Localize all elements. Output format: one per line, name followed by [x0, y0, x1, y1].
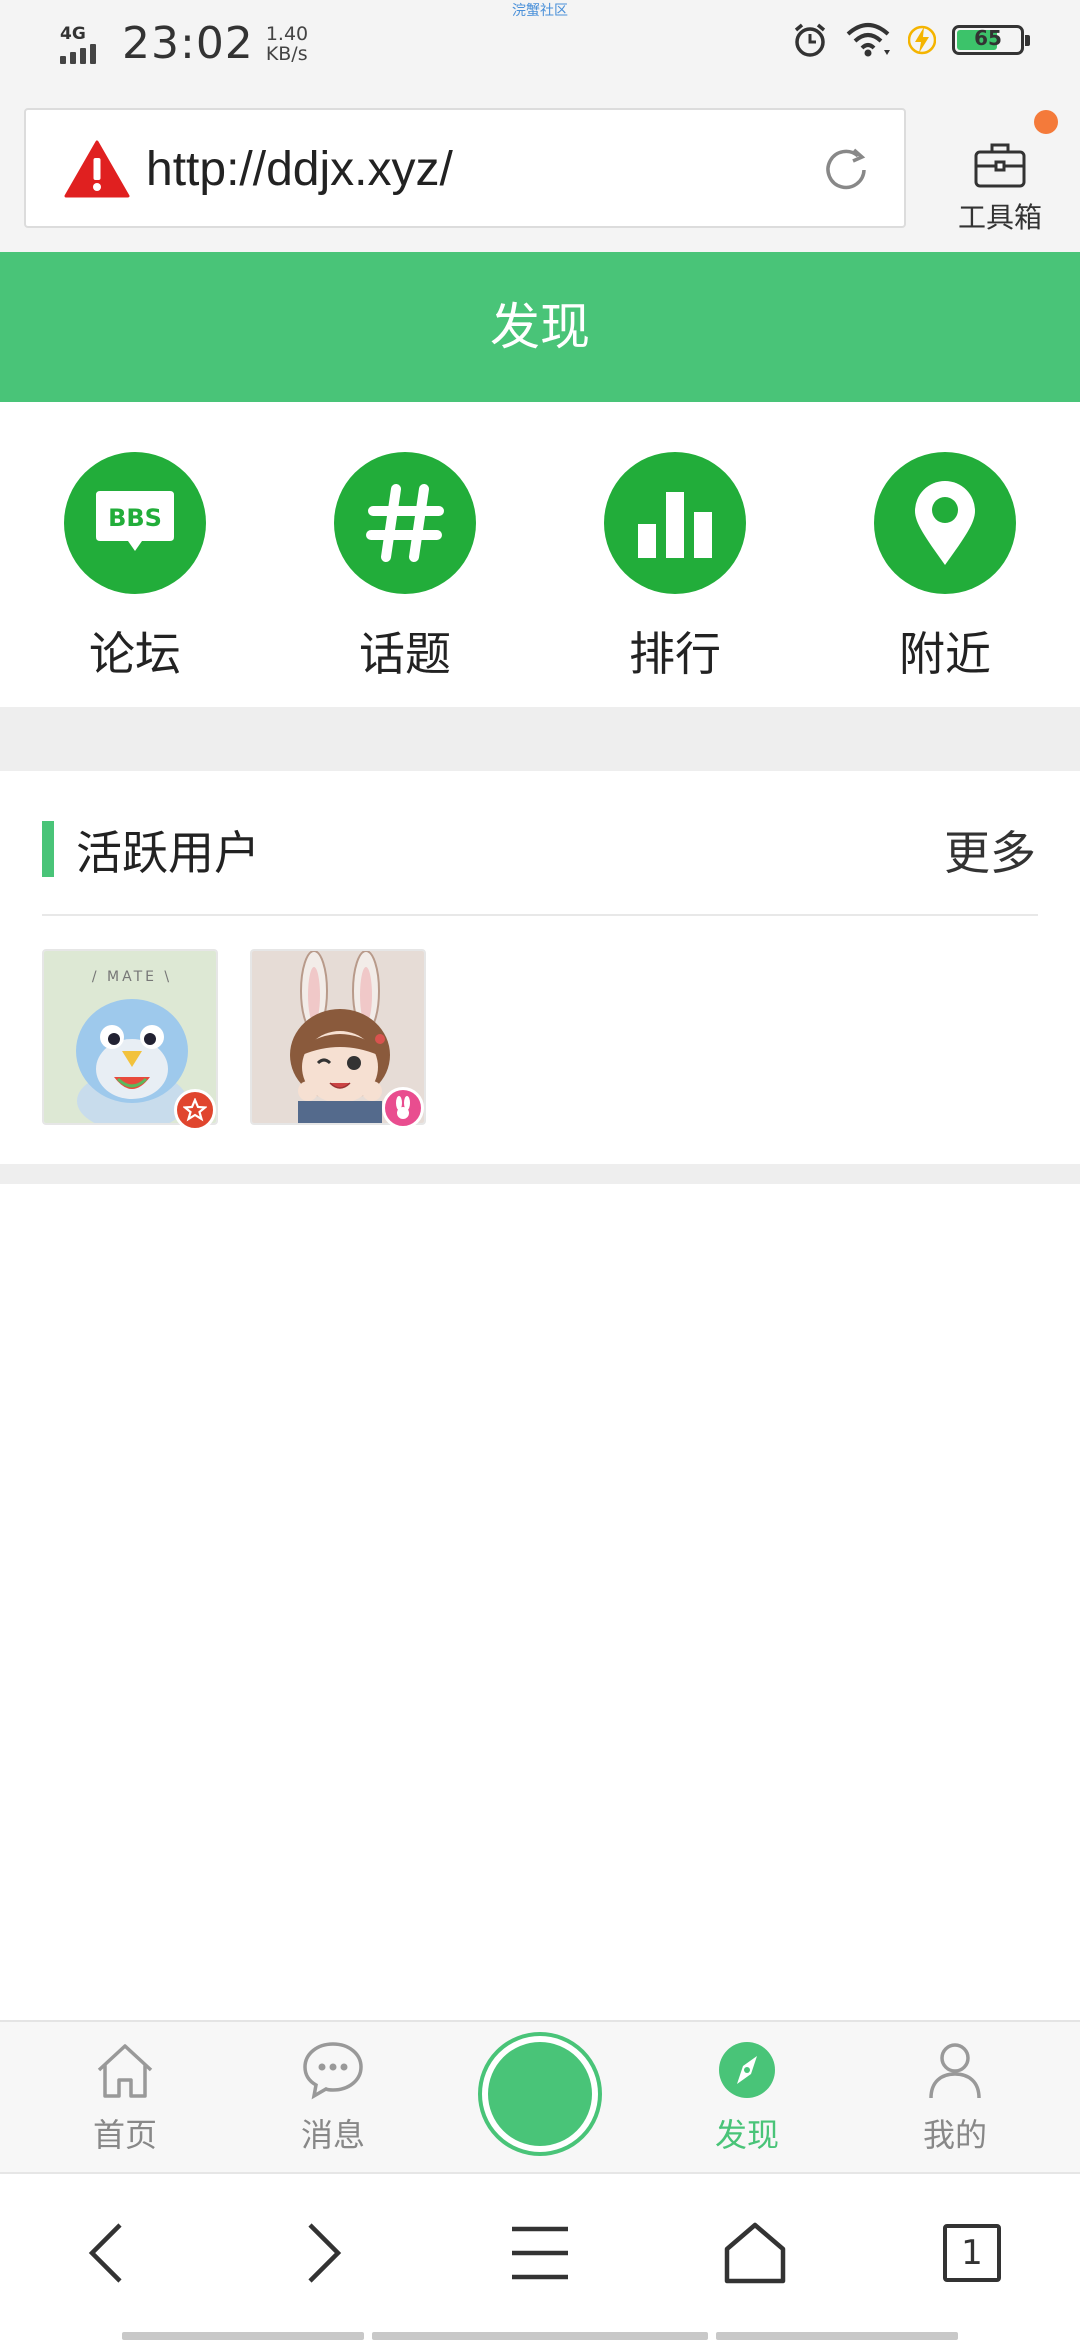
more-link[interactable]: 更多	[944, 817, 1036, 883]
page-title: 发现	[0, 252, 1080, 402]
toolbox-icon	[974, 143, 1026, 188]
bar-chart-icon	[604, 452, 746, 594]
quick-nav-label: 话题	[359, 627, 451, 681]
message-bubble-icon	[303, 2042, 363, 2100]
center-action-button[interactable]	[478, 2032, 602, 2156]
tab-messages[interactable]: 消息	[253, 2040, 413, 2156]
reload-icon[interactable]	[818, 142, 874, 198]
toolbox-button[interactable]: 工具箱	[940, 106, 1060, 236]
tabs-button[interactable]: 1	[922, 2208, 1022, 2298]
tab-discover[interactable]: 发现	[667, 2040, 827, 2156]
charging-icon	[908, 25, 936, 55]
battery-indicator: 65	[952, 25, 1030, 55]
speed-unit: KB/s	[265, 42, 308, 65]
gesture-handle	[372, 2332, 708, 2340]
quick-nav-ranking[interactable]: 排行	[585, 452, 765, 684]
quick-nav-label: 排行	[629, 627, 721, 681]
network-speed: 1.40 KB/s	[266, 24, 308, 64]
menu-icon	[512, 2226, 568, 2280]
network-type: 4G	[60, 23, 86, 44]
home-icon	[97, 2044, 153, 2098]
status-center-caption: 浣蟹社区	[512, 3, 568, 19]
person-icon	[929, 2043, 981, 2099]
back-button[interactable]	[56, 2208, 156, 2298]
cell-signal-icon: 4G	[60, 24, 108, 64]
url-text[interactable]: http://ddjx.xyz/	[146, 142, 453, 197]
app-tab-bar: 首页 消息 发现 我的	[0, 2020, 1080, 2172]
section-accent-bar	[42, 821, 54, 877]
notification-dot	[1034, 110, 1058, 134]
chevron-right-icon	[308, 2223, 342, 2283]
compass-icon	[719, 2042, 775, 2098]
gesture-handle	[122, 2332, 364, 2340]
star-badge	[174, 1089, 216, 1131]
clock: 23:02	[122, 18, 254, 69]
tab-home[interactable]: 首页	[45, 2040, 205, 2156]
hashtag-icon	[334, 452, 476, 594]
menu-button[interactable]	[490, 2208, 590, 2298]
chevron-left-icon	[88, 2223, 122, 2283]
divider	[42, 914, 1038, 916]
alarm-icon	[794, 23, 826, 57]
quick-nav-topics[interactable]: 话题	[315, 452, 495, 684]
wifi-icon	[846, 23, 890, 57]
url-bar[interactable]: http://ddjx.xyz/	[24, 108, 906, 228]
bunny-badge	[382, 1087, 424, 1129]
battery-level: 65	[974, 26, 1002, 50]
section-divider	[0, 707, 1080, 771]
gesture-handle	[716, 2332, 958, 2340]
status-bar: 浣蟹社区 4G 23:02 1.40 KB/s 65	[0, 0, 1080, 90]
quick-nav: BBS 论坛 话题 排行 附近	[0, 402, 1080, 707]
browser-toolbar: http://ddjx.xyz/ 工具箱	[0, 90, 1080, 252]
tab-label: 消息	[300, 2116, 365, 2154]
forward-button[interactable]	[274, 2208, 374, 2298]
bbs-chat-icon: BBS	[64, 452, 206, 594]
speed-value: 1.40	[265, 22, 309, 45]
quick-nav-label: 论坛	[89, 627, 181, 681]
tab-mine[interactable]: 我的	[875, 2040, 1035, 2156]
browser-nav-bar: 1	[0, 2172, 1080, 2340]
tab-label: 我的	[922, 2116, 987, 2154]
home-outline-icon	[724, 2222, 786, 2284]
tab-label: 发现	[714, 2116, 779, 2154]
svg-text:/ MATE \: / MATE \	[92, 969, 172, 985]
svg-text:BBS: BBS	[108, 504, 162, 532]
active-users-section: 活跃用户 更多 / MATE \	[0, 771, 1080, 1164]
toolbox-label: 工具箱	[957, 201, 1042, 234]
tab-count: 1	[943, 2224, 1001, 2282]
section-divider	[0, 1164, 1080, 1184]
location-pin-icon	[874, 452, 1016, 594]
section-title: 活跃用户	[76, 826, 260, 880]
quick-nav-forum[interactable]: BBS 论坛	[45, 452, 225, 684]
quick-nav-label: 附近	[899, 627, 991, 681]
home-button[interactable]	[705, 2208, 805, 2298]
quick-nav-nearby[interactable]: 附近	[855, 452, 1035, 684]
warning-triangle-icon[interactable]	[64, 140, 130, 198]
tab-label: 首页	[92, 2116, 157, 2154]
